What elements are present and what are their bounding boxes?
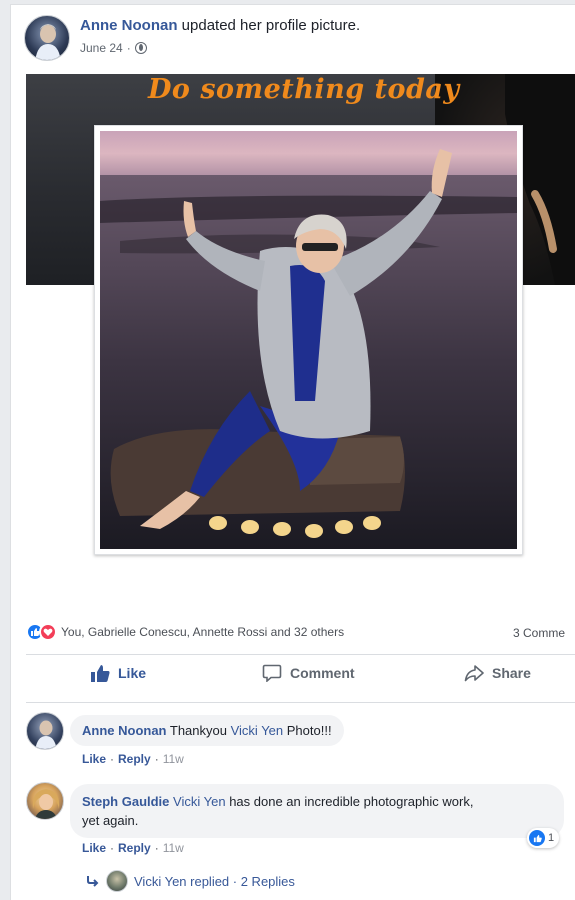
comment-text: yet again. <box>82 813 139 828</box>
comment-time[interactable]: 11w <box>163 841 184 855</box>
comment-reply-button[interactable]: Reply <box>118 841 151 855</box>
replier-avatar <box>106 870 128 892</box>
reactions-text: You, Gabrielle Conescu, Annette Rossi an… <box>61 625 345 639</box>
comment-time[interactable]: 11w <box>163 752 184 766</box>
avatar-photo <box>35 24 61 60</box>
globe-icon[interactable] <box>134 42 147 54</box>
author-avatar[interactable] <box>24 15 70 61</box>
reply-arrow-icon <box>87 876 99 887</box>
comment-mention-link[interactable]: Vicki Yen <box>231 723 284 738</box>
comment-like-button[interactable]: Like <box>82 752 106 766</box>
meta-separator: · <box>126 41 131 55</box>
comment-bubble: Anne Noonan Thankyou Vicki Yen Photo!!! <box>70 715 344 746</box>
share-label: Share <box>492 665 531 681</box>
meta-separator: · <box>154 752 159 766</box>
comments-count[interactable]: 3 Comme <box>513 626 565 640</box>
view-replies-link[interactable]: Vicki Yen replied · 2 Replies <box>86 870 295 892</box>
meta-separator: · <box>110 752 115 766</box>
meta-separator: · <box>154 841 159 855</box>
profile-photo-image <box>100 131 517 549</box>
comment-author-link[interactable]: Anne Noonan <box>82 723 167 738</box>
comment-actions: Like · Reply · 11w <box>82 752 184 766</box>
comment-label: Comment <box>290 665 355 681</box>
post-action-text: updated her profile picture. <box>181 17 361 34</box>
comment-mention-link[interactable]: Vicki Yen <box>173 794 226 809</box>
love-reaction-icon <box>39 623 57 641</box>
comment-author-link[interactable]: Steph Gauldie <box>82 794 169 809</box>
like-reaction-icon <box>529 830 545 846</box>
divider-bottom <box>26 702 575 703</box>
comment-avatar-steph[interactable] <box>26 782 64 820</box>
comment-bubble: Steph Gauldie Vicki Yen has done an incr… <box>70 784 564 838</box>
comment-like-button[interactable]: Like <box>82 841 106 855</box>
replies-text: Vicki Yen replied · 2 Replies <box>134 873 295 889</box>
comment-icon <box>262 664 282 682</box>
comment-text: Thankyou <box>169 723 227 738</box>
author-name-link[interactable]: Anne Noonan <box>80 17 178 34</box>
cover-text: Do something today <box>148 74 460 105</box>
like-button[interactable]: Like <box>90 664 146 682</box>
comment-button[interactable]: Comment <box>262 664 355 682</box>
profile-picture[interactable] <box>94 125 523 555</box>
post-meta: June 24 · <box>80 41 147 55</box>
meta-separator: · <box>110 841 115 855</box>
like-count-text: 1 <box>548 832 555 844</box>
share-icon <box>464 665 484 682</box>
thumbs-up-icon <box>91 665 110 682</box>
post-header-text: Anne Noonan updated her profile picture. <box>80 17 360 34</box>
comment-like-count[interactable]: 1 <box>527 828 560 848</box>
comment-reply-button[interactable]: Reply <box>118 752 151 766</box>
comment-text: has done an incredible photographic work… <box>229 794 474 809</box>
like-label: Like <box>118 665 147 681</box>
comment-avatar-anne[interactable] <box>26 712 64 750</box>
divider-top <box>26 654 575 655</box>
share-button[interactable]: Share <box>464 664 531 682</box>
comment-actions: Like · Reply · 11w <box>82 841 184 855</box>
comment-text: Photo!!! <box>286 723 332 738</box>
post-date[interactable]: June 24 <box>80 41 123 55</box>
reactions-summary[interactable]: You, Gabrielle Conescu, Annette Rossi an… <box>26 623 344 641</box>
